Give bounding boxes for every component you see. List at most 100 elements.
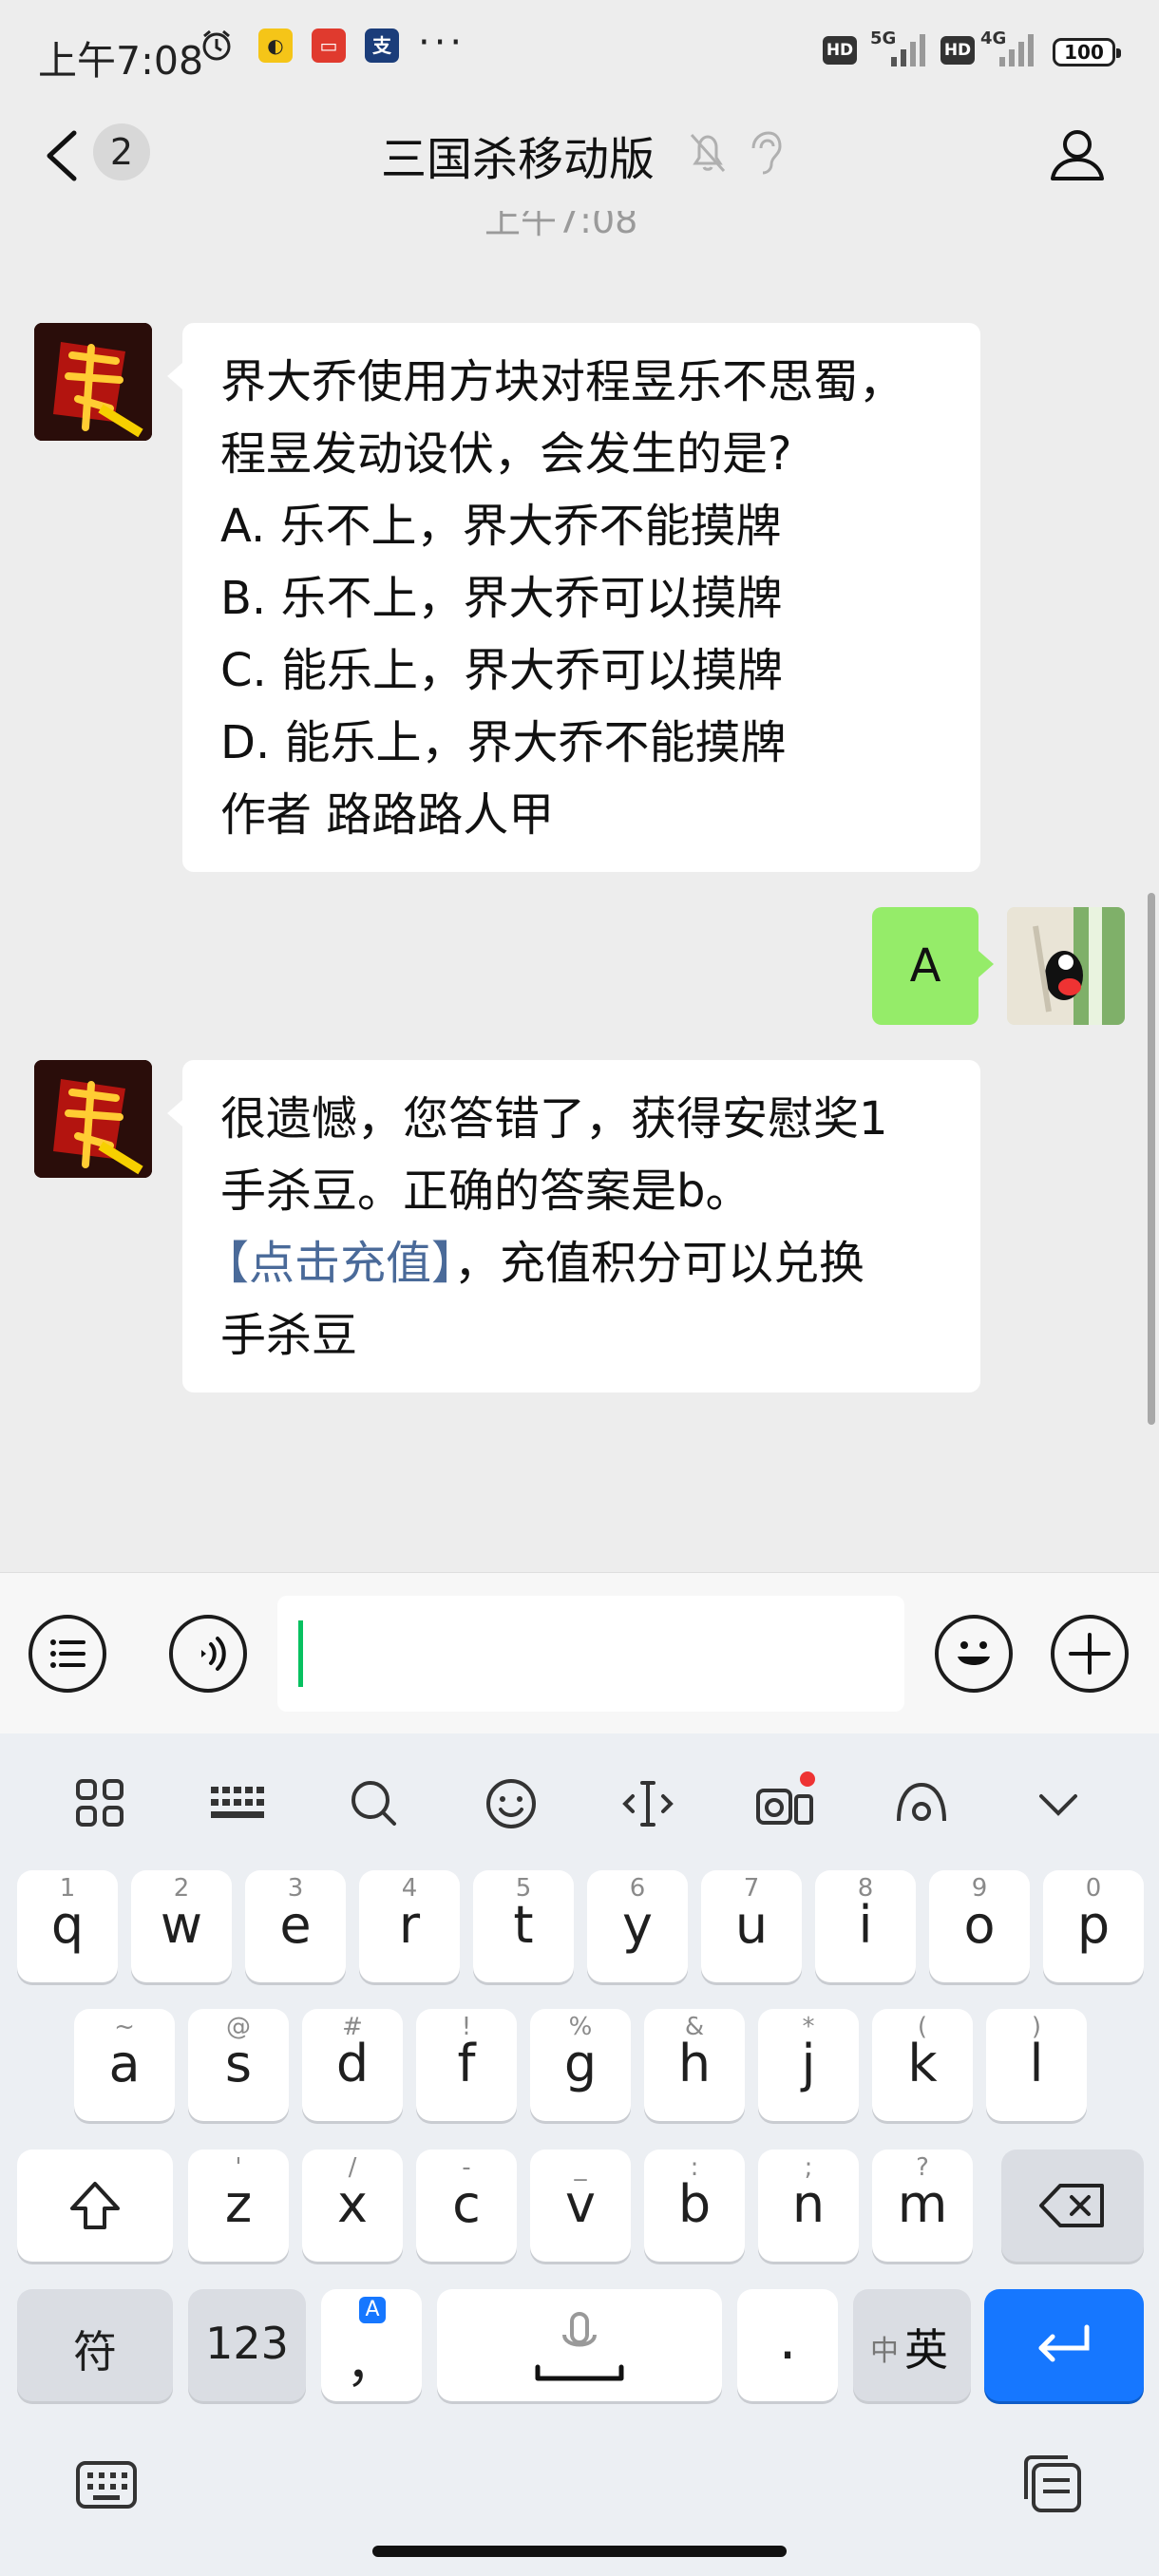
- enter-key[interactable]: [984, 2289, 1144, 2401]
- comma-key-badge: A: [359, 2297, 386, 2323]
- language-toggle-key[interactable]: 中英: [853, 2289, 971, 2401]
- hd-voice-icon: HD: [823, 36, 857, 65]
- key-label: c: [452, 2174, 481, 2234]
- collapse-keyboard-icon[interactable]: [1020, 1766, 1096, 1842]
- emoji-button[interactable]: [935, 1615, 1013, 1693]
- key-u[interactable]: 7u: [701, 1870, 802, 1982]
- clipboard-camera-icon[interactable]: [747, 1766, 823, 1842]
- keyboard-switch-icon[interactable]: [72, 2455, 141, 2514]
- status-time: 上午7:08: [38, 38, 204, 84]
- key-i[interactable]: 8i: [815, 1870, 916, 1982]
- more-plus-button[interactable]: [1051, 1615, 1129, 1693]
- key-label: g: [563, 2034, 598, 2093]
- chat-info-user-icon[interactable]: [1047, 123, 1108, 184]
- my-reply-bubble[interactable]: A: [872, 907, 994, 1025]
- signal-icon-2: [999, 34, 1034, 66]
- my-avatar[interactable]: [1007, 907, 1125, 1025]
- theme-icon[interactable]: [884, 1766, 960, 1842]
- voice-input-button[interactable]: [169, 1615, 247, 1693]
- recharge-link[interactable]: 【点击充值】: [203, 1237, 454, 1290]
- backspace-icon: [1039, 2184, 1104, 2227]
- key-label: e: [279, 1895, 312, 1955]
- key-s[interactable]: @ s: [188, 2009, 289, 2121]
- plus-icon: [1069, 1633, 1111, 1675]
- backspace-key[interactable]: [1001, 2150, 1144, 2262]
- bot-avatar[interactable]: [34, 323, 152, 441]
- shift-key[interactable]: [17, 2150, 173, 2262]
- key-a[interactable]: ~ a: [74, 2009, 175, 2121]
- key-e[interactable]: 3e: [245, 1870, 346, 1982]
- voice-wave-icon: [201, 1637, 226, 1671]
- bot-avatar[interactable]: [34, 1060, 152, 1178]
- search-icon[interactable]: [336, 1766, 412, 1842]
- key-j[interactable]: * j: [758, 2009, 859, 2121]
- comma-key[interactable]: A，: [321, 2289, 422, 2401]
- key-r[interactable]: 4r: [359, 1870, 460, 1982]
- message-input[interactable]: [277, 1596, 904, 1712]
- key-m[interactable]: ? m: [872, 2150, 973, 2262]
- key-y[interactable]: 6y: [587, 1870, 688, 1982]
- key-label: p: [1076, 1895, 1111, 1955]
- key-t[interactable]: 5t: [473, 1870, 574, 1982]
- key-z[interactable]: ' z: [188, 2150, 289, 2262]
- keyboard-layout-icon[interactable]: [200, 1766, 276, 1842]
- clipboard-icon[interactable]: [1018, 2452, 1087, 2516]
- numbers-key[interactable]: 123: [188, 2289, 306, 2401]
- key-label: l: [1029, 2034, 1044, 2093]
- key-label: s: [224, 2034, 253, 2093]
- key-label: t: [513, 1895, 534, 1955]
- message-bubble-question[interactable]: 界大乔使用方块对程昱乐不思蜀， 程昱发动设伏，会发生的是? A. 乐不上，界大乔…: [167, 323, 980, 872]
- key-w[interactable]: 2w: [131, 1870, 232, 1982]
- chat-title: 三国杀移动版: [380, 133, 655, 186]
- enter-icon: [1038, 2324, 1090, 2362]
- symbol-key[interactable]: 符: [17, 2289, 173, 2401]
- hd-voice-icon-2: HD: [940, 36, 975, 65]
- key-label: j: [801, 2034, 816, 2093]
- key-v[interactable]: _ v: [530, 2150, 631, 2262]
- key-f[interactable]: ! f: [416, 2009, 517, 2121]
- period-key[interactable]: .: [737, 2289, 838, 2401]
- key-c[interactable]: -c: [416, 2150, 517, 2262]
- chat-scrollbar[interactable]: [1148, 893, 1155, 1425]
- app-notification-icon: ◐: [258, 28, 293, 63]
- result-line: 手杀豆。正确的答案是b。: [220, 1165, 751, 1218]
- key-o[interactable]: 9o: [929, 1870, 1030, 1982]
- key-label: w: [160, 1895, 203, 1955]
- home-indicator[interactable]: [372, 2546, 787, 2557]
- key-label: h: [677, 2034, 712, 2093]
- key-b[interactable]: :b: [644, 2150, 745, 2262]
- key-label: u: [734, 1895, 769, 1955]
- battery-icon: 100: [1053, 38, 1121, 66]
- key-label: v: [565, 2174, 596, 2234]
- key-label: y: [622, 1895, 653, 1955]
- space-key[interactable]: [437, 2289, 722, 2401]
- key-k[interactable]: (k: [872, 2009, 973, 2121]
- key-l[interactable]: ) l: [986, 2009, 1087, 2121]
- key-d[interactable]: # d: [302, 2009, 403, 2121]
- emoji-icon[interactable]: [473, 1766, 549, 1842]
- list-icon: [50, 1639, 86, 1668]
- result-text: ，充值积分可以兑换: [454, 1237, 865, 1290]
- smiley-icon: [958, 1641, 990, 1665]
- message-bubble-result[interactable]: 很遗憾，您答错了，获得安慰奖1 手杀豆。正确的答案是b。 【点击充值】，充值积分…: [167, 1060, 980, 1392]
- key-n[interactable]: ; n: [758, 2150, 859, 2262]
- key-label: f: [457, 2034, 476, 2093]
- status-bar: 上午7:08 ◐ ▭ 支 ··· HD 5G HD 4G 100: [0, 0, 1159, 101]
- input-bar: [0, 1572, 1159, 1733]
- key-p[interactable]: 0p: [1043, 1870, 1144, 1982]
- keyboard: 1 q 2 w 3 e 4 r 5 t 6 y 7 u 8 i 9 o 0 p ~ a @ s # d! f% g & h * j(k) l ' z…: [0, 1733, 1159, 2576]
- apps-grid-icon[interactable]: [63, 1766, 139, 1842]
- key-q[interactable]: 1q: [17, 1870, 118, 1982]
- option-a-line: A. 乐不上，界大乔不能摸牌: [220, 500, 782, 553]
- option-c-line: C. 能乐上，界大乔可以摸牌: [220, 644, 784, 697]
- option-b-line: B. 乐不上，界大乔可以摸牌: [220, 572, 783, 625]
- menu-list-button[interactable]: [28, 1615, 106, 1693]
- key-x[interactable]: / x: [302, 2150, 403, 2262]
- game-logo-icon: [34, 1060, 152, 1178]
- key-label: i: [858, 1895, 873, 1955]
- key-label: x: [337, 2174, 368, 2234]
- key-g[interactable]: % g: [530, 2009, 631, 2121]
- key-h[interactable]: & h: [644, 2009, 745, 2121]
- more-notifications-icon: ···: [418, 21, 466, 65]
- cursor-move-icon[interactable]: [610, 1766, 686, 1842]
